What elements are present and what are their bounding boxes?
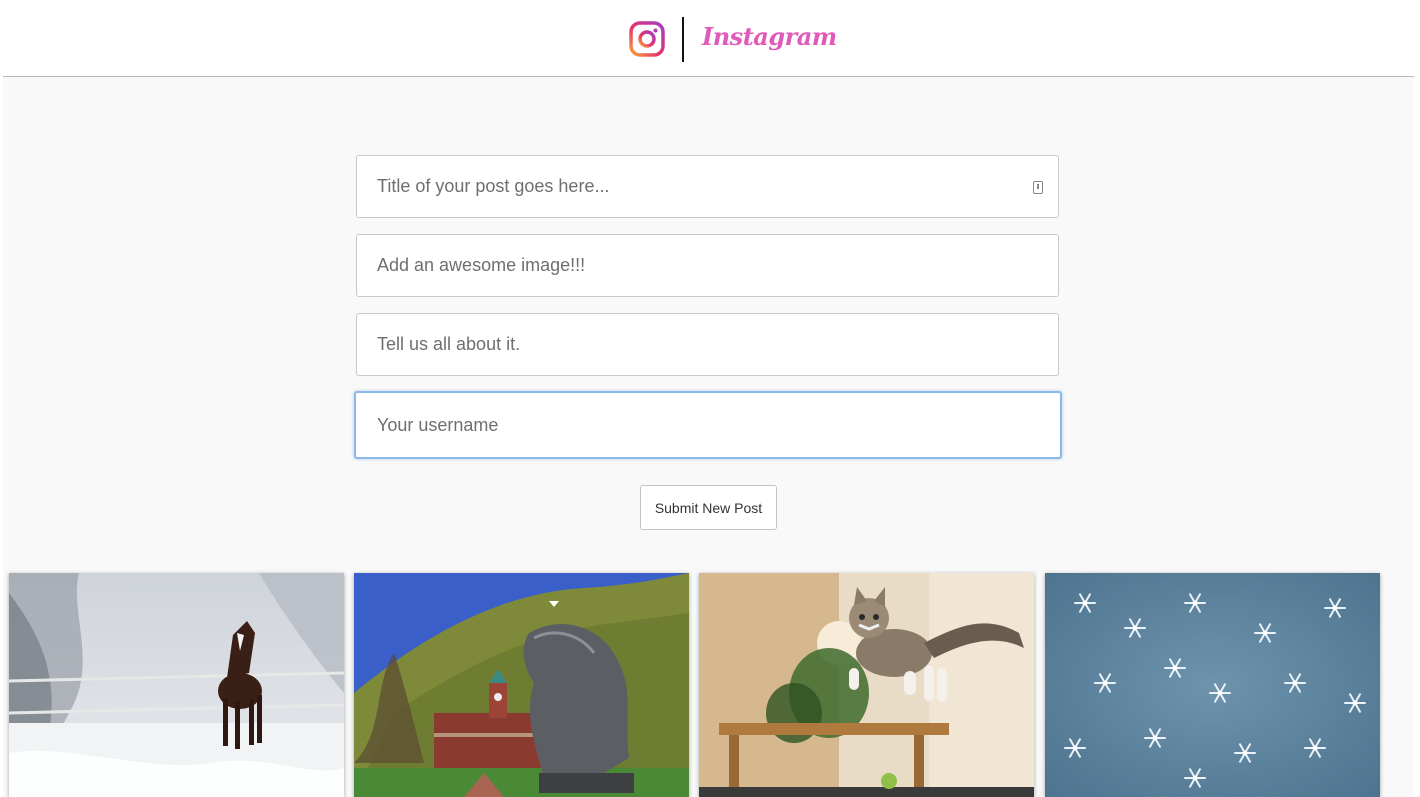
instagram-camera-icon[interactable] [629,21,665,57]
app-page: Instagram Submit New Post [0,0,1420,797]
post-card-horse[interactable] [9,573,344,797]
brand-name[interactable]: Instagram [702,22,837,51]
post-image-url-input[interactable] [356,234,1059,297]
username-input[interactable] [354,391,1062,459]
post-description-input[interactable] [356,313,1059,376]
snowflakes-image [1045,573,1380,797]
post-title-input[interactable] [356,155,1059,218]
autofill-contact-icon[interactable] [1033,181,1043,194]
post-card-grizzly[interactable] [354,573,689,797]
horse-in-snow-image [9,573,344,797]
grizzly-statue-campus-image [354,573,689,797]
post-card-snowflakes[interactable] [1045,573,1380,797]
submit-post-button[interactable]: Submit New Post [640,485,777,530]
site-header: Instagram [3,0,1414,77]
jumping-kitten-image [699,573,1034,797]
logo-divider [682,17,684,62]
post-card-kitten[interactable] [699,573,1034,797]
